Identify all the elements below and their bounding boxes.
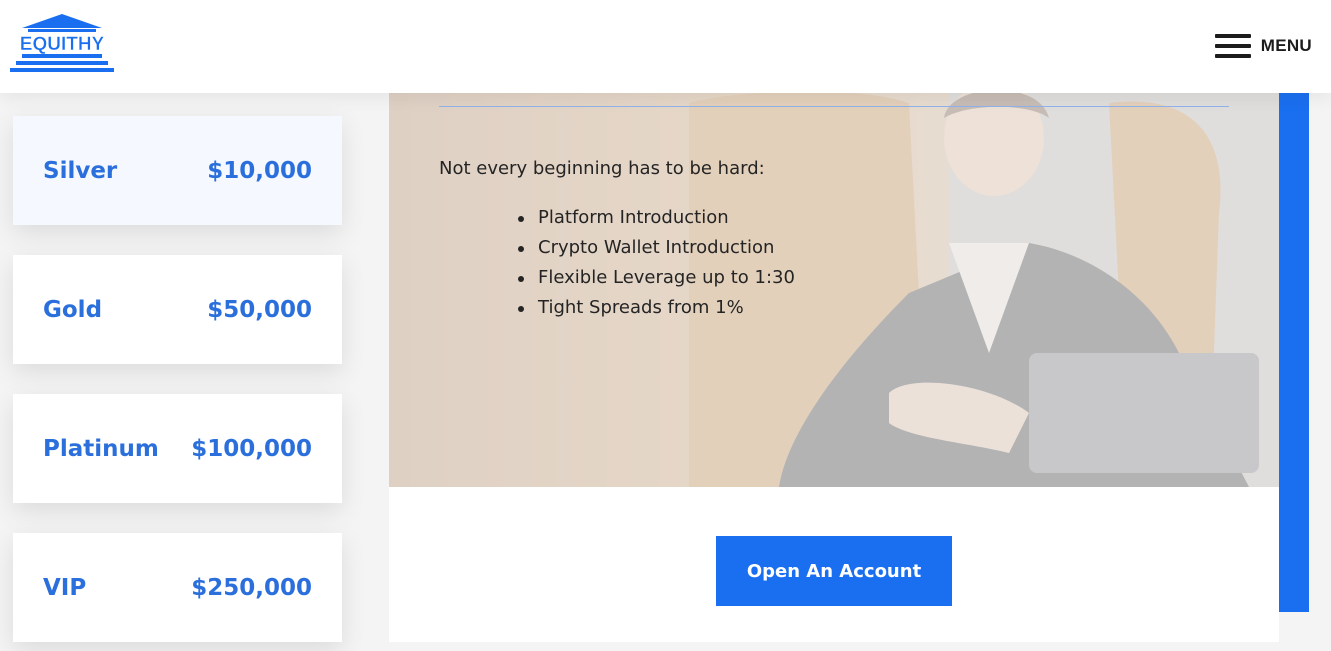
open-account-button[interactable]: Open An Account (716, 536, 952, 606)
feature-item: Flexible Leverage up to 1:30 (518, 266, 795, 296)
plan-price: $250,000 (191, 574, 312, 601)
plan-card-platinum[interactable]: Platinum $100,000 (13, 394, 342, 503)
plan-name: VIP (43, 574, 87, 601)
menu-label: MENU (1260, 36, 1312, 55)
plan-name: Platinum (43, 435, 159, 462)
feature-list: Platform Introduction Crypto Wallet Intr… (518, 206, 795, 326)
plan-price: $10,000 (207, 157, 312, 184)
hero-section: Not every beginning has to be hard: Plat… (389, 93, 1279, 487)
plan-name: Gold (43, 296, 103, 323)
plan-card-vip[interactable]: VIP $250,000 (13, 533, 342, 642)
plan-card-gold[interactable]: Gold $50,000 (13, 255, 342, 364)
accent-bar (1279, 93, 1309, 612)
divider (439, 106, 1229, 107)
plan-price: $50,000 (207, 296, 312, 323)
feature-item: Crypto Wallet Introduction (518, 236, 795, 266)
plan-card-silver[interactable]: Silver $10,000 (13, 116, 342, 225)
site-header: EQUITHY MENU (0, 0, 1331, 93)
hero-overlay (389, 93, 1279, 487)
plan-price: $100,000 (191, 435, 312, 462)
plan-name: Silver (43, 157, 118, 184)
feature-item: Platform Introduction (518, 206, 795, 236)
menu-button[interactable]: MENU (1214, 32, 1312, 60)
equithy-logo[interactable]: EQUITHY (8, 12, 116, 76)
hamburger-icon (1214, 34, 1251, 58)
intro-text: Not every beginning has to be hard: (439, 158, 765, 179)
plan-details-panel: Not every beginning has to be hard: Plat… (389, 93, 1279, 642)
feature-item: Tight Spreads from 1% (518, 296, 795, 326)
logo-wordmark: EQUITHY (20, 34, 105, 55)
